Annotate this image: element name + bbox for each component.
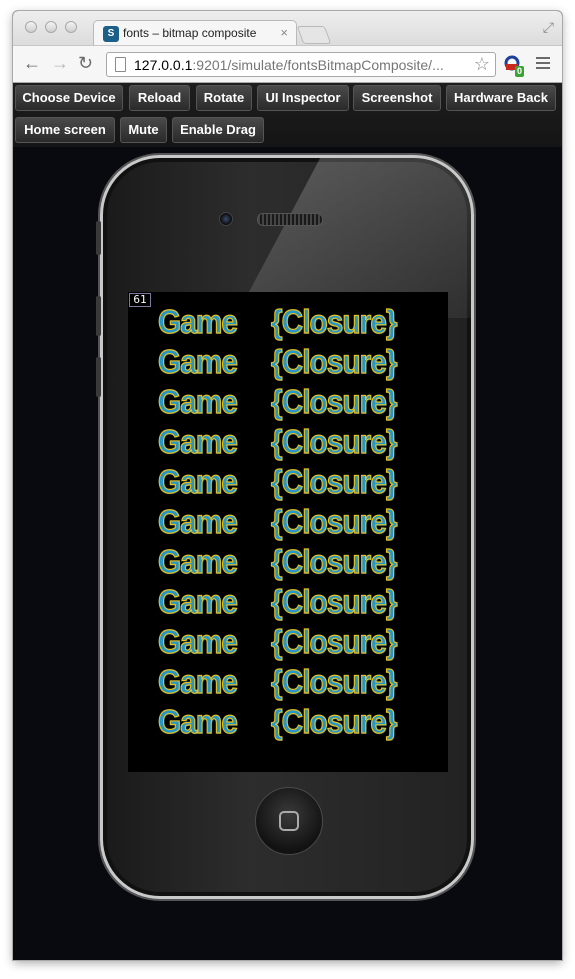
hardware-back-button[interactable]: Hardware Back <box>446 85 556 111</box>
reload-button[interactable]: Reload <box>129 85 190 111</box>
tab-title: fonts – bitmap composite <box>123 26 257 40</box>
volume-down-button <box>96 357 101 397</box>
screenshot-button[interactable]: Screenshot <box>353 85 441 111</box>
bitmap-text-closure: {Closure} <box>270 462 398 500</box>
fullscreen-icon[interactable]: ⤢ <box>543 19 554 36</box>
bitmap-text-closure: {Closure} <box>270 622 398 660</box>
bitmap-text-closure: {Closure} <box>270 382 398 420</box>
fps-counter: 61 <box>129 293 151 307</box>
page-icon <box>115 57 126 72</box>
ui-inspector-button[interactable]: UI Inspector <box>257 85 349 111</box>
browser-tab[interactable]: S fonts – bitmap composite × <box>93 20 297 46</box>
minimize-window-button[interactable] <box>45 21 57 33</box>
bitmap-text-game: Game <box>157 662 238 700</box>
new-tab-button[interactable] <box>296 26 332 44</box>
forward-icon[interactable]: → <box>51 53 69 73</box>
earpiece-speaker <box>257 213 323 226</box>
bitmap-text-game: Game <box>157 302 238 340</box>
bitmap-text-closure: {Closure} <box>270 422 398 460</box>
bitmap-text-game: Game <box>157 462 238 500</box>
bookmark-star-icon[interactable]: ☆ <box>474 54 490 75</box>
home-screen-button[interactable]: Home screen <box>15 117 115 143</box>
bitmap-text-game: Game <box>157 542 238 580</box>
bitmap-text-closure: {Closure} <box>270 662 398 700</box>
bitmap-text-game: Game <box>157 342 238 380</box>
extension-badge: 0 <box>515 66 525 77</box>
browser-window: S fonts – bitmap composite × ⤢ ← → ↻ 127… <box>13 11 562 960</box>
bitmap-text-closure: {Closure} <box>270 302 398 340</box>
bitmap-text-game: Game <box>157 582 238 620</box>
bitmap-text-closure: {Closure} <box>270 502 398 540</box>
close-window-button[interactable] <box>25 21 37 33</box>
mute-button[interactable]: Mute <box>120 117 167 143</box>
url-path: :9201/simulate/fontsBitmapComposite/... <box>192 57 444 73</box>
enable-drag-button[interactable]: Enable Drag <box>172 117 264 143</box>
address-bar[interactable]: 127.0.0.1:9201/simulate/fontsBitmapCompo… <box>106 52 496 77</box>
mute-switch <box>96 221 101 255</box>
bitmap-text-game: Game <box>157 502 238 540</box>
device-screen[interactable]: 61 Game {Closure} Game {Closure} Game {Closur… <box>128 292 448 772</box>
bitmap-text-game: Game <box>157 382 238 420</box>
reload-icon[interactable]: ↻ <box>78 53 93 73</box>
home-square-icon <box>279 811 299 831</box>
rotate-button[interactable]: Rotate <box>196 85 252 111</box>
choose-device-button[interactable]: Choose Device <box>15 85 123 111</box>
tab-strip: S fonts – bitmap composite × ⤢ <box>13 11 562 46</box>
front-camera <box>219 212 233 226</box>
bitmap-text-closure: {Closure} <box>270 702 398 740</box>
bitmap-text-game: Game <box>157 702 238 740</box>
url-host: 127.0.0.1 <box>134 57 193 73</box>
bitmap-text-closure: {Closure} <box>270 582 398 620</box>
menu-icon[interactable] <box>536 54 550 72</box>
volume-up-button <box>96 296 101 336</box>
tab-close-icon[interactable]: × <box>280 25 288 40</box>
zoom-window-button[interactable] <box>65 21 77 33</box>
home-button[interactable] <box>255 787 323 855</box>
bitmap-text-game: Game <box>157 422 238 460</box>
favicon-icon: S <box>103 26 119 42</box>
url-text[interactable]: 127.0.0.1:9201/simulate/fontsBitmapCompo… <box>134 57 464 73</box>
bitmap-text-game: Game <box>157 622 238 660</box>
simulator-controls: Choose Device Reload Rotate UI Inspector… <box>13 83 562 147</box>
bitmap-text-closure: {Closure} <box>270 542 398 580</box>
back-icon[interactable]: ← <box>23 53 41 73</box>
browser-toolbar: ← → ↻ 127.0.0.1:9201/simulate/fontsBitma… <box>13 45 562 83</box>
bitmap-text-closure: {Closure} <box>270 342 398 380</box>
